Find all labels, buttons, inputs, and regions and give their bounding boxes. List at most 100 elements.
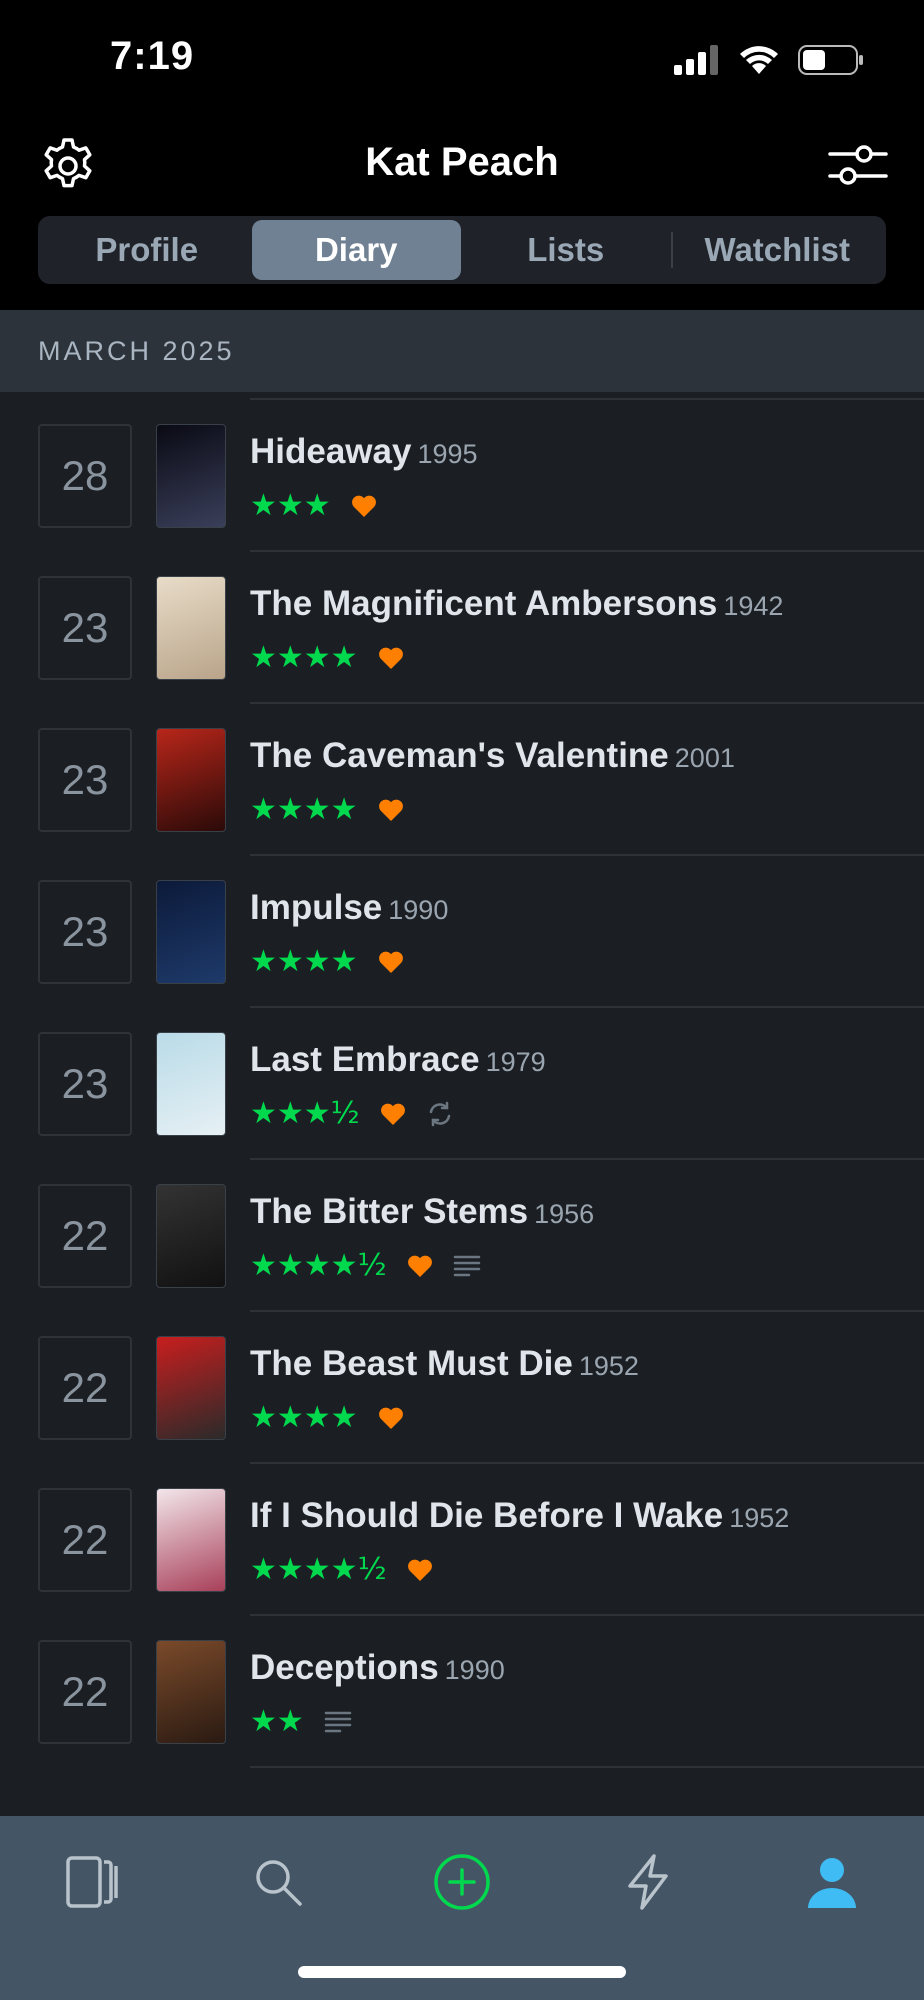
film-title[interactable]: Hideaway [250,432,411,471]
signal-icon [674,45,718,75]
film-title-line: The Bitter Stems 1956 [250,1192,594,1232]
star-rating: ★★ [250,1704,304,1739]
entry-day: 22 [38,1640,132,1744]
film-poster[interactable] [156,1032,226,1136]
liked-heart-icon [407,1559,432,1581]
entry-meta: ★★★½ [250,1096,454,1131]
film-title[interactable]: The Magnificent Ambersons [250,584,717,623]
entry-day: 23 [38,1032,132,1136]
entry-meta: ★★★★ [250,640,404,675]
filter-sliders-icon[interactable] [826,140,890,190]
film-title-line: The Caveman's Valentine 2001 [250,736,735,776]
entry-day: 23 [38,880,132,984]
entry-meta: ★★★★½ [250,1248,481,1283]
film-poster[interactable] [156,880,226,984]
profile-icon[interactable] [802,1852,862,1912]
film-year: 1990 [388,895,449,925]
liked-heart-icon [407,1255,432,1277]
entry-meta: ★★ [250,1704,352,1739]
entry-day: 23 [38,728,132,832]
star-rating: ★★★ [250,488,331,523]
entry-day: 22 [38,1488,132,1592]
star-rating: ★★★★½ [250,1248,387,1283]
star-rating: ★★★½ [250,1096,360,1131]
status-icons [674,44,864,76]
diary-entry-row[interactable]: 22 The Beast Must Die 1952 ★★★★ [0,1312,924,1464]
film-title-line: If I Should Die Before I Wake 1952 [250,1496,789,1536]
profile-tabs: Profile Diary Lists Watchlist [38,216,886,284]
entry-meta: ★★★★ [250,1400,404,1435]
liked-heart-icon [378,647,403,669]
film-title[interactable]: If I Should Die Before I Wake [250,1496,723,1535]
battery-icon [798,45,863,75]
tab-lists[interactable]: Lists [461,220,671,280]
star-rating: ★★★★ [250,1400,358,1435]
entry-meta: ★★★★ [250,792,404,827]
review-text-icon [453,1255,480,1276]
film-title[interactable]: Deceptions [250,1648,439,1687]
film-poster[interactable] [156,728,226,832]
film-title[interactable]: Impulse [250,888,382,927]
entry-day: 28 [38,424,132,528]
film-poster[interactable] [156,1184,226,1288]
film-poster[interactable] [156,424,226,528]
diary-entry-row[interactable]: 22 The Bitter Stems 1956 ★★★★½ [0,1160,924,1312]
activity-icon[interactable] [618,1852,678,1912]
liked-heart-icon [378,951,403,973]
film-title-line: Hideaway 1995 [250,432,478,472]
search-icon[interactable] [248,1852,308,1912]
diary-entry-row[interactable]: 23 Last Embrace 1979 ★★★½ [0,1008,924,1160]
entry-day: 23 [38,576,132,680]
liked-heart-icon [378,1407,403,1429]
diary-entry-row[interactable]: 22 Deceptions 1990 ★★ [0,1616,924,1768]
diary-entry-row[interactable]: 23 The Caveman's Valentine 2001 ★★★★ [0,704,924,856]
film-title-line: Impulse 1990 [250,888,448,928]
films-icon[interactable] [62,1852,122,1912]
diary-entry-row[interactable]: 28 Hideaway 1995 ★★★ [0,400,924,552]
film-title[interactable]: Last Embrace [250,1040,480,1079]
film-title[interactable]: The Caveman's Valentine [250,736,669,775]
entry-day: 22 [38,1184,132,1288]
film-title-line: The Beast Must Die 1952 [250,1344,639,1384]
entry-meta: ★★★ [250,488,377,523]
film-title-line: Deceptions 1990 [250,1648,505,1688]
entry-meta: ★★★★½ [250,1552,433,1587]
film-year: 1956 [534,1199,595,1229]
film-title-line: The Magnificent Ambersons 1942 [250,584,783,624]
row-divider [250,1766,924,1768]
tab-profile[interactable]: Profile [42,220,252,280]
film-poster[interactable] [156,1488,226,1592]
film-poster[interactable] [156,576,226,680]
star-rating: ★★★★½ [250,1552,387,1587]
film-year: 1952 [578,1351,639,1381]
star-rating: ★★★★ [250,640,358,675]
star-rating: ★★★★ [250,944,358,979]
film-year: 1942 [723,591,784,621]
tab-diary[interactable]: Diary [251,220,461,280]
film-poster[interactable] [156,1336,226,1440]
status-bar: 7:19 [0,0,924,120]
entry-day: 22 [38,1336,132,1440]
wifi-icon [740,46,778,74]
liked-heart-icon [378,799,403,821]
diary-entry-row[interactable]: 23 Impulse 1990 ★★★★ [0,856,924,1008]
home-indicator [298,1966,626,1978]
tab-watchlist[interactable]: Watchlist [673,220,883,280]
film-title[interactable]: The Bitter Stems [250,1192,528,1231]
header: Kat Peach Profile Diary Lists Watchlist [0,120,924,310]
entry-meta: ★★★★ [250,944,404,979]
film-title[interactable]: The Beast Must Die [250,1344,573,1383]
film-title-line: Last Embrace 1979 [250,1040,546,1080]
month-label: MARCH 2025 [38,336,235,366]
rewatch-icon [429,1101,451,1126]
film-poster[interactable] [156,1640,226,1744]
add-icon[interactable] [432,1852,492,1912]
diary-list[interactable]: 28 Hideaway 1995 ★★★ 23 The Magnificent Amber… [0,310,924,1816]
liked-heart-icon [380,1103,405,1125]
diary-entry-row[interactable]: 23 The Magnificent Ambersons 1942 ★★★★ [0,552,924,704]
profile-name-title: Kat Peach [365,140,559,184]
diary-entry-row[interactable]: 22 If I Should Die Before I Wake 1952 ★★★★½ [0,1464,924,1616]
film-year: 1979 [485,1047,546,1077]
status-time: 7:19 [110,34,195,78]
film-year: 1995 [417,439,478,469]
